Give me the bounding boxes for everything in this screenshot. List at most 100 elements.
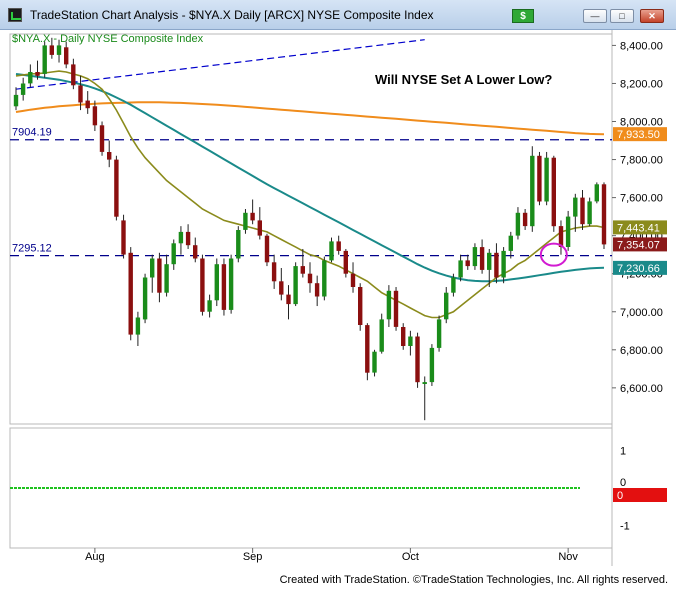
candle-body <box>228 258 234 310</box>
candle-body <box>293 266 298 305</box>
candle-body <box>436 319 442 348</box>
candle-body <box>200 258 205 312</box>
candle-body <box>250 212 255 221</box>
candle-body <box>314 283 320 297</box>
candle-body <box>20 83 26 95</box>
restore-button[interactable]: □ <box>610 9 634 23</box>
candle-body <box>350 273 356 287</box>
candle-body <box>444 292 449 320</box>
x-month-label: Nov <box>558 551 578 563</box>
candle-body <box>522 212 528 227</box>
y-tick-label: 8,000.00 <box>620 117 663 129</box>
candle-body <box>13 94 19 107</box>
indicator-tick-label: -1 <box>620 521 630 533</box>
candle-body <box>472 247 478 267</box>
candle-body <box>150 258 155 278</box>
restore-icon: □ <box>619 11 625 21</box>
candle-body <box>49 45 54 55</box>
candle-body <box>42 45 47 74</box>
candle-body <box>544 157 549 202</box>
candle-body <box>487 252 492 270</box>
candle-body <box>401 327 406 346</box>
candle-body <box>243 212 248 230</box>
candle-body <box>164 264 169 293</box>
candle-body <box>107 152 112 160</box>
candle-body <box>193 245 198 259</box>
candle-body <box>358 287 363 325</box>
candle-body <box>451 277 456 293</box>
y-tick-label: 7,600.00 <box>620 193 663 205</box>
minimize-button[interactable]: — <box>583 9 607 23</box>
candle-body <box>221 264 227 310</box>
candle-body <box>271 262 277 282</box>
indicator-tick-label: 1 <box>620 446 626 458</box>
candle-body <box>329 241 334 261</box>
chart-annotation: Will NYSE Set A Lower Low? <box>375 72 552 87</box>
candle-body <box>257 220 262 236</box>
candle-body <box>551 157 556 227</box>
candle-body <box>573 197 578 217</box>
x-month-label: Oct <box>402 551 419 563</box>
candle-body <box>393 290 399 327</box>
footer-copyright: Created with TradeStation. ©TradeStation… <box>279 574 668 586</box>
candle-body <box>565 216 571 247</box>
candle-body <box>56 45 62 55</box>
candle-body <box>157 258 162 293</box>
candle-body <box>92 106 98 126</box>
y-tick-label: 7,000.00 <box>620 307 663 319</box>
y-tick-label: 7,800.00 <box>620 155 663 167</box>
candle-body <box>379 319 384 352</box>
price-tag-label: 7,443.41 <box>617 222 660 234</box>
y-tick-label: 8,400.00 <box>620 40 663 52</box>
candle-body <box>64 47 69 65</box>
candle-body <box>214 264 219 301</box>
symbol-link-button[interactable]: $ <box>512 9 534 23</box>
candle-body <box>465 260 470 267</box>
candle-body <box>286 294 291 305</box>
candle-body <box>171 243 176 265</box>
close-button[interactable]: ✕ <box>640 9 664 23</box>
candle-body <box>343 250 348 274</box>
y-tick-label: 6,600.00 <box>620 383 663 395</box>
candle-body <box>587 201 592 225</box>
candle-body <box>386 290 392 320</box>
y-tick-label: 8,200.00 <box>620 78 663 90</box>
candle-body <box>28 72 33 84</box>
candle-body <box>142 277 148 320</box>
candle-body <box>422 382 427 384</box>
candle-body <box>322 260 327 297</box>
candle-body <box>408 336 413 346</box>
candle-body <box>494 252 499 278</box>
candle-body <box>71 64 76 86</box>
candle-body <box>35 72 40 76</box>
level-label: 7295.12 <box>12 243 52 255</box>
candle-body <box>530 155 535 227</box>
candle-body <box>365 325 370 373</box>
price-chart[interactable]: Aug Sep Oct Nov 7904.19 7295.12 6,600.00 6,80… <box>0 30 676 574</box>
level-label: 7904.19 <box>12 127 52 139</box>
candle-body <box>121 220 126 255</box>
candle-body <box>78 85 83 103</box>
close-icon: ✕ <box>648 11 656 21</box>
candle-body <box>178 231 184 244</box>
candle-body <box>114 159 119 217</box>
candle-body <box>300 266 305 274</box>
candle-body <box>336 241 341 251</box>
candle-body <box>537 155 542 202</box>
price-tag-label: 7,354.07 <box>617 239 660 251</box>
x-month-label: Aug <box>85 551 105 563</box>
price-tag-label: 7,230.66 <box>617 263 660 275</box>
indicator-value-label: 0 <box>617 490 623 502</box>
candle-body <box>515 212 521 236</box>
x-month-label: Sep <box>243 551 263 563</box>
candle-body <box>415 336 420 383</box>
candle-body <box>128 252 133 335</box>
candle-body <box>594 184 599 202</box>
candle-body <box>85 100 90 109</box>
window-title: TradeStation Chart Analysis - $NYA.X Dai… <box>30 8 434 22</box>
candle-body <box>580 197 585 225</box>
candle-body <box>508 235 513 251</box>
candle-body <box>458 260 463 278</box>
candle-body <box>279 281 284 295</box>
indicator-tick-label: 0 <box>620 477 626 489</box>
